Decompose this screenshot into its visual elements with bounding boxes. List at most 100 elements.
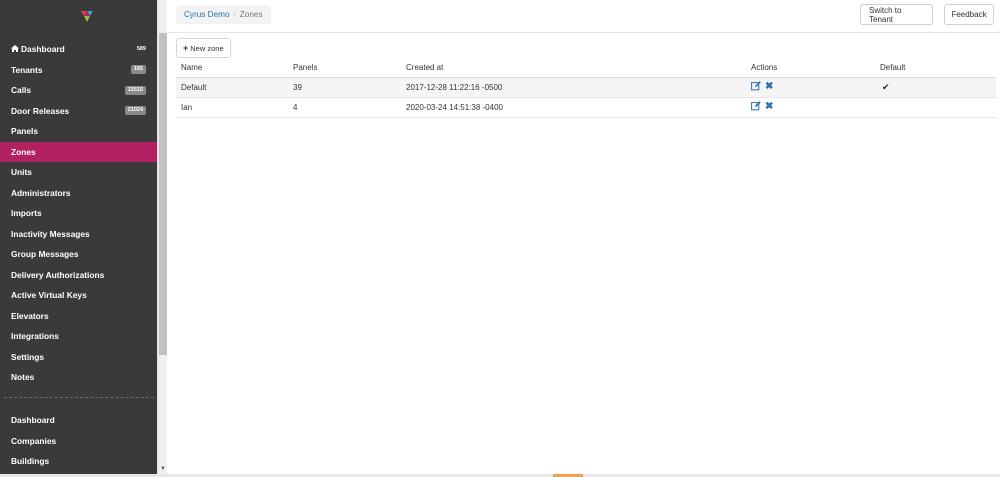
sidebar-item-label-wrap: Notes bbox=[11, 372, 34, 382]
column-header-panels: Panels bbox=[288, 58, 401, 78]
sidebar-item-dashboard[interactable]: Dashboard 589 bbox=[0, 39, 157, 60]
cell-default: ✔ bbox=[875, 77, 996, 98]
sidebar-item-label-wrap: Delivery Authorizations bbox=[11, 270, 104, 280]
home-icon bbox=[11, 44, 19, 54]
sidebar-item-zones[interactable]: Zones bbox=[0, 141, 157, 162]
sidebar-item-label-wrap: Imports bbox=[11, 208, 42, 218]
sidebar-item-tenants[interactable]: Tenants 165 bbox=[0, 60, 157, 81]
sidebar-item-label-wrap: Elevators bbox=[11, 311, 49, 321]
sidebar-item-label: Notes bbox=[11, 372, 35, 383]
brand-logo-icon bbox=[80, 11, 93, 22]
sidebar-item-label: Calls bbox=[11, 85, 32, 96]
edit-icon[interactable] bbox=[751, 101, 761, 113]
new-zone-button[interactable]: + New zone bbox=[176, 38, 231, 58]
sidebar-item-label-wrap: Dashboard bbox=[11, 415, 55, 425]
sidebar-item-label-wrap: Inactivity Messages bbox=[11, 229, 90, 239]
sidebar-item-imports[interactable]: Imports bbox=[0, 203, 157, 224]
sidebar-item-delivery-authorizations[interactable]: Delivery Authorizations bbox=[0, 265, 157, 286]
sidebar-item-label: Inactivity Messages bbox=[11, 228, 90, 239]
count-badge: 165 bbox=[130, 65, 146, 75]
top-bar: Cyrus Demo / Zones Switch to Tenant Feed… bbox=[167, 0, 1000, 33]
plus-icon: + bbox=[183, 42, 189, 53]
count-badge: 12515 bbox=[124, 85, 146, 95]
scrollbar-thumb[interactable] bbox=[159, 33, 167, 355]
sidebar-item-door-releases[interactable]: Door Releases 21024 bbox=[0, 101, 157, 122]
sidebar-item-group-messages[interactable]: Group Messages bbox=[0, 244, 157, 265]
breadcrumb: Cyrus Demo / Zones bbox=[176, 5, 271, 24]
sidebar-item-label: Units bbox=[11, 167, 32, 178]
sidebar-item-label-wrap: Zones bbox=[11, 147, 36, 157]
scroll-down-arrow-icon[interactable]: ▼ bbox=[159, 465, 167, 473]
breadcrumb-link-parent[interactable]: Cyrus Demo bbox=[184, 10, 230, 19]
cell-name: Ian bbox=[176, 97, 288, 118]
sidebar-item-calls[interactable]: Calls 12515 bbox=[0, 80, 157, 101]
table-row: Ian 4 2020-03-24 14:51:38 -0400 ✖ bbox=[176, 97, 996, 118]
column-header-default: Default bbox=[875, 58, 996, 78]
cell-panels: 4 bbox=[288, 97, 401, 118]
sidebar-item-label: Delivery Authorizations bbox=[11, 269, 105, 280]
delete-icon[interactable]: ✖ bbox=[765, 102, 773, 112]
sidebar-item-label-wrap: Group Messages bbox=[11, 249, 79, 259]
sidebar-item-label: Active Virtual Keys bbox=[11, 290, 87, 301]
sidebar-item-label: Administrators bbox=[11, 187, 71, 198]
sidebar-item-label: Buildings bbox=[11, 456, 50, 467]
edit-icon[interactable] bbox=[751, 81, 761, 93]
brand-logo[interactable] bbox=[0, 0, 157, 34]
count-badge: 21024 bbox=[124, 106, 146, 116]
sidebar-item-dashboard-secondary[interactable]: Dashboard bbox=[0, 410, 157, 431]
sidebar-item-settings[interactable]: Settings bbox=[0, 347, 157, 368]
sidebar-item-label: Door Releases bbox=[11, 105, 70, 116]
checkmark-icon: ✔ bbox=[882, 81, 890, 92]
sidebar-item-label-wrap: Buildings bbox=[11, 456, 49, 466]
column-header-name: Name bbox=[176, 58, 288, 78]
zones-table: Name Panels Created at Actions Default D… bbox=[176, 58, 996, 118]
cell-created-at: 2020-03-24 14:51:38 -0400 bbox=[401, 97, 746, 118]
sidebar-item-companies-secondary[interactable]: Companies bbox=[0, 431, 157, 452]
sidebar-divider bbox=[4, 397, 154, 398]
cell-actions: ✖ bbox=[746, 97, 875, 118]
sidebar-item-inactivity-messages[interactable]: Inactivity Messages bbox=[0, 224, 157, 245]
sidebar-item-label: Group Messages bbox=[11, 249, 79, 260]
breadcrumb-current: Zones bbox=[239, 10, 263, 19]
sidebar-item-buildings-secondary[interactable]: Buildings bbox=[0, 451, 157, 472]
sidebar: Dashboard 589 Tenants 165 Calls 12515 Door Rel… bbox=[0, 0, 157, 477]
sidebar-item-label-wrap: Active Virtual Keys bbox=[11, 290, 87, 300]
feedback-button[interactable]: Feedback bbox=[944, 4, 994, 25]
sidebar-item-active-virtual-keys[interactable]: Active Virtual Keys bbox=[0, 285, 157, 306]
switch-to-tenant-button[interactable]: Switch to Tenant bbox=[860, 4, 933, 25]
cell-name: Default bbox=[176, 77, 288, 98]
sidebar-item-label: Dashboard bbox=[21, 44, 65, 55]
sidebar-item-label-wrap: Administrators bbox=[11, 188, 71, 198]
sidebar-item-label: Settings bbox=[11, 351, 45, 362]
count-badge: 589 bbox=[136, 45, 146, 52]
sidebar-item-panels[interactable]: Panels bbox=[0, 121, 157, 142]
sidebar-item-label-wrap: Calls bbox=[11, 85, 31, 95]
sidebar-item-label-wrap: Tenants bbox=[11, 65, 43, 75]
sidebar-item-label: Panels bbox=[11, 126, 39, 137]
sidebar-item-integrations[interactable]: Integrations bbox=[0, 326, 157, 347]
sidebar-item-label-wrap: Dashboard bbox=[11, 44, 65, 54]
sidebar-item-label: Imports bbox=[11, 208, 42, 219]
sidebar-scrollbar[interactable]: ▼ bbox=[157, 0, 167, 477]
sidebar-item-label-wrap: Settings bbox=[11, 352, 44, 362]
sidebar-item-label-wrap: Integrations bbox=[11, 331, 59, 341]
sidebar-item-label: Companies bbox=[11, 435, 57, 446]
sidebar-item-units[interactable]: Units bbox=[0, 162, 157, 183]
sidebar-item-elevators[interactable]: Elevators bbox=[0, 306, 157, 327]
new-zone-label: New zone bbox=[190, 43, 224, 53]
sidebar-item-notes[interactable]: Notes bbox=[0, 367, 157, 388]
sidebar-nav: Dashboard 589 Tenants 165 Calls 12515 Door Rel… bbox=[0, 39, 157, 388]
cell-actions: ✖ bbox=[746, 77, 875, 98]
column-header-actions: Actions bbox=[746, 58, 875, 78]
delete-icon[interactable]: ✖ bbox=[765, 82, 773, 92]
table-row: Default 39 2017-12-28 11:22:16 -0500 ✖ ✔ bbox=[176, 77, 996, 98]
sidebar-item-administrators[interactable]: Administrators bbox=[0, 183, 157, 204]
sidebar-nav-secondary: Dashboard Companies Buildings bbox=[0, 410, 157, 472]
sidebar-item-label: Elevators bbox=[11, 310, 49, 321]
cell-created-at: 2017-12-28 11:22:16 -0500 bbox=[401, 77, 746, 98]
breadcrumb-separator: / bbox=[233, 10, 236, 19]
sidebar-item-label-wrap: Companies bbox=[11, 436, 56, 446]
cell-default bbox=[875, 97, 996, 118]
table-header-row: Name Panels Created at Actions Default bbox=[176, 58, 996, 78]
sidebar-item-label: Tenants bbox=[11, 64, 43, 75]
